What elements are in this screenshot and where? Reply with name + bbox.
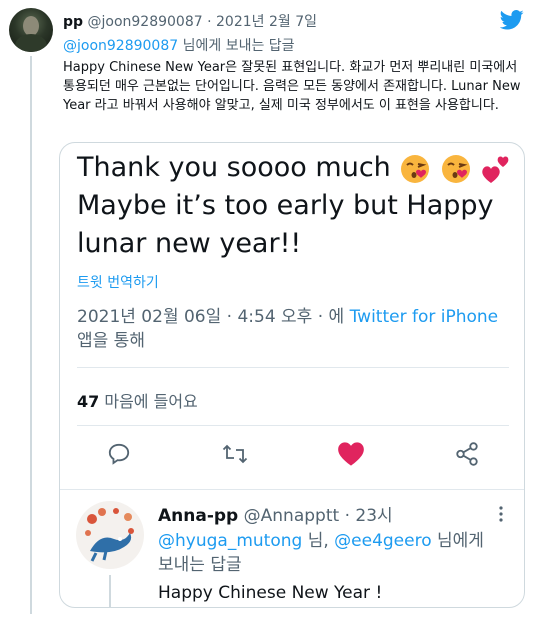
- reply-author-avatar[interactable]: [76, 501, 144, 569]
- likes-label: 마음에 들어요: [99, 392, 198, 411]
- kissing-face-emoji-icon: [401, 154, 430, 183]
- divider: [77, 367, 509, 368]
- retweet-button[interactable]: [220, 439, 250, 469]
- meta-app-link[interactable]: Twitter for iPhone: [350, 307, 499, 327]
- mention-joiner: 님,: [302, 531, 335, 551]
- more-options-icon[interactable]: [496, 505, 506, 523]
- reply-author-handle[interactable]: @Annapptt: [244, 506, 340, 526]
- likes-summary[interactable]: 47 마음에 들어요: [77, 388, 198, 412]
- avatar-face: [23, 16, 39, 36]
- like-icon: [338, 442, 364, 466]
- two-hearts-emoji-icon: [481, 156, 508, 183]
- reply-avatar-illustration: [85, 508, 134, 562]
- embedded-line-1: Thank you soooo much: [77, 152, 391, 183]
- thread-line: [30, 56, 32, 614]
- mention-hyuga[interactable]: @hyuga_mutong: [158, 531, 302, 551]
- avatar-body: [15, 34, 47, 52]
- reply-time[interactable]: 23시: [355, 506, 392, 526]
- reply-to-line: @joon92890087 님에게 보내는 답글: [63, 35, 295, 55]
- author-avatar[interactable]: [9, 8, 53, 52]
- translate-tweet-link[interactable]: 트윗 번역하기: [77, 272, 159, 292]
- reply-header-separator: ·: [344, 506, 350, 526]
- likes-count: 47: [77, 392, 100, 411]
- twitter-bird-icon[interactable]: [500, 10, 524, 30]
- embedded-line-2: Maybe it’s too early but Happy: [77, 190, 494, 221]
- action-bar: [60, 439, 524, 479]
- tweet-header: pp @joon92890087 · 2021년 2월 7일: [63, 11, 317, 31]
- embedded-line-3: lunar new year!!: [77, 228, 302, 259]
- reply-to-handle[interactable]: @joon92890087: [63, 38, 178, 54]
- retweet-icon: [222, 444, 248, 464]
- reply-author-name[interactable]: Anna-pp: [158, 506, 238, 526]
- share-button[interactable]: [452, 439, 482, 469]
- like-button[interactable]: [336, 439, 366, 469]
- author-handle[interactable]: @joon92890087: [88, 14, 203, 30]
- divider: [77, 425, 509, 426]
- meta-date-time: 2021년 02월 06일 · 4:54 오후 · 에: [77, 307, 350, 327]
- kissing-face-emoji-icon-2: [441, 154, 470, 183]
- meta-app-suffix: 앱을 통해: [77, 331, 145, 351]
- tweet-text: Happy Chinese New Year은 잘못된 표현입니다. 화교가 먼…: [63, 60, 521, 113]
- divider: [60, 489, 524, 490]
- embedded-tweet-meta: 2021년 02월 06일 · 4:54 오후 · 에 Twitter for …: [77, 305, 517, 353]
- share-icon: [456, 442, 478, 466]
- embedded-tweet-text: Thank you soooo much Maybe it’s too earl…: [77, 149, 517, 263]
- embedded-tweet-image[interactable]: Thank you soooo much Maybe it’s too earl…: [59, 142, 525, 608]
- reply-thread-line: [109, 575, 111, 607]
- reply-mentions: @hyuga_mutong 님, @ee4geero 님에게 보내는 답글: [158, 529, 498, 577]
- reply-text: Happy Chinese New Year !: [158, 583, 383, 603]
- reply-button[interactable]: [104, 439, 134, 469]
- reply-icon: [108, 443, 130, 465]
- reply-header: Anna-pp @Annapptt · 23시: [158, 501, 393, 526]
- reply-to-suffix: 님에게 보내는 답글: [182, 38, 295, 54]
- mention-ee4geero[interactable]: @ee4geero: [334, 531, 431, 551]
- author-name[interactable]: pp: [63, 14, 83, 30]
- tweet-date[interactable]: 2021년 2월 7일: [216, 14, 317, 30]
- header-separator: ·: [207, 14, 212, 30]
